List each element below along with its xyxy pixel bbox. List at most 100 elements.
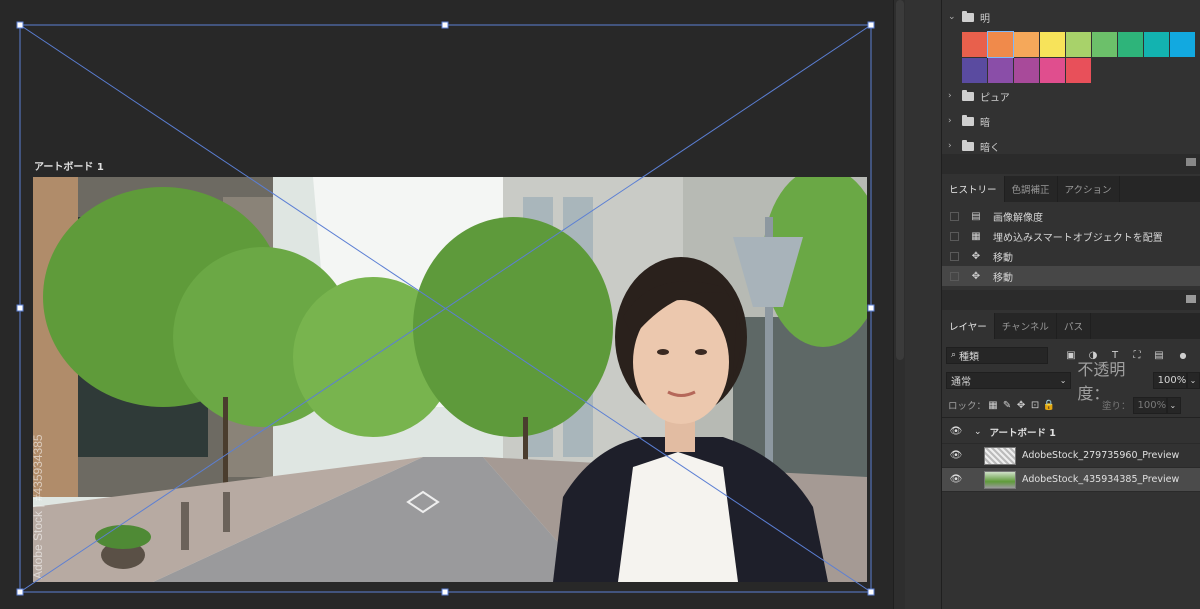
lock-label: ロック： xyxy=(948,401,987,412)
lock-position-icon[interactable]: ✥ xyxy=(1014,400,1028,411)
eye-icon[interactable]: 👁 xyxy=(942,426,970,437)
new-folder-icon[interactable] xyxy=(1186,158,1196,166)
history-item-label: 移動 xyxy=(993,272,1013,284)
color-swatch[interactable] xyxy=(1040,58,1065,83)
handle-bottom-right xyxy=(867,588,875,596)
filter-pixel-icon[interactable]: ▣ xyxy=(1064,350,1078,361)
lock-image-icon[interactable]: ✎ xyxy=(1000,400,1014,411)
layer-street[interactable]: 👁 AdobeStock_435934385_Preview xyxy=(942,468,1200,492)
swatch-row-1 xyxy=(962,31,1195,58)
snapshot-source-checkbox[interactable] xyxy=(950,271,959,281)
swatch-folder-dark[interactable]: › 暗 xyxy=(948,114,990,129)
swatch-folder-darker[interactable]: › 暗く xyxy=(948,139,1000,154)
artboard-label[interactable]: アートボード 1 xyxy=(34,158,104,173)
fill-dropdown[interactable]: ⌄ xyxy=(1166,396,1181,414)
folder-icon xyxy=(962,89,974,101)
blend-row: 通常 ⌄ 不透明度： 100% ⌄ xyxy=(942,360,1200,403)
swatches-footer xyxy=(942,154,1200,174)
tab-channels[interactable]: チャンネル xyxy=(995,313,1057,339)
layer-name: AdobeStock_279735960_Preview xyxy=(1022,450,1180,461)
canvas-scrollbar[interactable] xyxy=(893,0,905,609)
color-swatch[interactable] xyxy=(1118,32,1143,57)
handle-top-center xyxy=(441,21,449,29)
handle-top-left xyxy=(16,21,24,29)
eye-icon[interactable]: 👁 xyxy=(942,450,970,461)
chevron-right-icon: › xyxy=(948,116,952,126)
tab-layers[interactable]: レイヤー xyxy=(942,313,995,339)
artboard[interactable]: Adobe Stock | #435934385 xyxy=(33,177,867,582)
folder-label: 暗く xyxy=(980,142,1000,154)
filter-kind-label: 種類 xyxy=(959,351,980,363)
color-swatch[interactable] xyxy=(1040,32,1065,57)
color-swatch[interactable] xyxy=(1014,58,1039,83)
search-icon: ⌕ xyxy=(951,350,957,360)
lock-transparent-icon[interactable]: ▦ xyxy=(986,400,1000,411)
color-swatch[interactable] xyxy=(1014,32,1039,57)
layer-filter-select[interactable]: ⌕ 種類 xyxy=(946,346,1048,364)
history-item[interactable]: ✥ 移動 xyxy=(942,246,1200,266)
snapshot-source-checkbox[interactable] xyxy=(950,231,959,241)
folder-label: ピュア xyxy=(980,92,1010,104)
layers-tabbar: レイヤー チャンネル パス xyxy=(942,313,1200,339)
color-swatch[interactable] xyxy=(1092,32,1117,57)
color-swatch[interactable] xyxy=(1170,32,1195,57)
folder-icon xyxy=(962,114,974,126)
filter-smartobject-icon[interactable]: ▤ xyxy=(1152,350,1166,361)
opacity-dropdown[interactable]: ⌄ xyxy=(1186,371,1200,389)
snapshot-source-checkbox[interactable] xyxy=(950,211,959,221)
tab-paths[interactable]: パス xyxy=(1057,313,1091,339)
history-item-current[interactable]: ✥ 移動 xyxy=(942,266,1200,286)
layer-name: アートボード 1 xyxy=(989,427,1056,439)
color-swatch[interactable] xyxy=(1144,32,1169,57)
color-swatch[interactable] xyxy=(988,58,1013,83)
lock-artboard-icon[interactable]: ⊡ xyxy=(1028,400,1042,411)
color-swatch[interactable] xyxy=(1066,32,1091,57)
color-swatch[interactable] xyxy=(1066,58,1091,83)
panel-dock-gutter xyxy=(905,0,942,609)
street-photo xyxy=(33,177,867,582)
place-icon: ▦ xyxy=(971,230,981,242)
document-icon: ▤ xyxy=(971,210,981,222)
history-tabbar: ヒストリー 色調補正 アクション xyxy=(942,176,1200,202)
filter-toggle-icon[interactable]: ● xyxy=(1176,351,1190,360)
snapshot-icon[interactable] xyxy=(1186,295,1196,303)
tab-history[interactable]: ヒストリー xyxy=(942,176,1005,202)
fill-input[interactable]: 100% xyxy=(1132,396,1167,414)
move-icon: ✥ xyxy=(971,250,981,262)
swatch-folder-pure[interactable]: › ピュア xyxy=(948,89,1010,104)
opacity-input[interactable]: 100% xyxy=(1152,371,1187,389)
move-icon: ✥ xyxy=(971,270,981,282)
history-footer xyxy=(942,290,1200,310)
fill-value: 100% xyxy=(1137,399,1167,411)
folder-icon xyxy=(962,10,974,22)
chevron-down-icon: ⌄ xyxy=(948,12,956,22)
swatch-row-2 xyxy=(962,58,1091,83)
scrollbar-thumb[interactable] xyxy=(896,0,904,360)
layer-artboard[interactable]: 👁 ⌄ アートボード 1 xyxy=(942,420,1200,444)
chevron-down-icon[interactable]: ⌄ xyxy=(974,427,982,437)
snapshot-source-checkbox[interactable] xyxy=(950,251,959,261)
color-swatch[interactable] xyxy=(987,31,1014,58)
handle-top-right xyxy=(867,21,875,29)
layer-filter-row: ⌕ 種類 ▣ ◑ T ⛶ ▤ ● xyxy=(942,344,1200,366)
eye-icon[interactable]: 👁 xyxy=(942,474,970,485)
stock-watermark: Adobe Stock | #435934385 xyxy=(33,434,45,579)
history-item[interactable]: ▦ 埋め込みスマートオブジェクトを配置 xyxy=(942,226,1200,246)
folder-icon xyxy=(962,139,974,151)
lock-all-icon[interactable]: 🔒 xyxy=(1042,400,1056,411)
handle-middle-left xyxy=(16,304,24,312)
color-swatch[interactable] xyxy=(962,32,987,57)
fill-label: 塗り： xyxy=(1102,401,1131,412)
opacity-value: 100% xyxy=(1157,374,1187,386)
chevron-right-icon: › xyxy=(948,91,952,101)
folder-label: 暗 xyxy=(980,117,990,129)
tab-actions[interactable]: アクション xyxy=(1058,176,1120,202)
blend-mode-select[interactable]: 通常 ⌄ xyxy=(946,371,1072,389)
handle-bottom-center xyxy=(441,588,449,596)
swatch-folder-bright[interactable]: ⌄ 明 xyxy=(948,10,990,25)
tab-adjustments[interactable]: 色調補正 xyxy=(1005,176,1058,202)
history-item[interactable]: ▤ 画像解像度 xyxy=(942,206,1200,226)
color-swatch[interactable] xyxy=(962,58,987,83)
canvas-area[interactable]: アートボード 1 Adobe Stock #435934385 xyxy=(0,0,893,609)
layer-woman[interactable]: 👁 AdobeStock_279735960_Preview xyxy=(942,444,1200,468)
